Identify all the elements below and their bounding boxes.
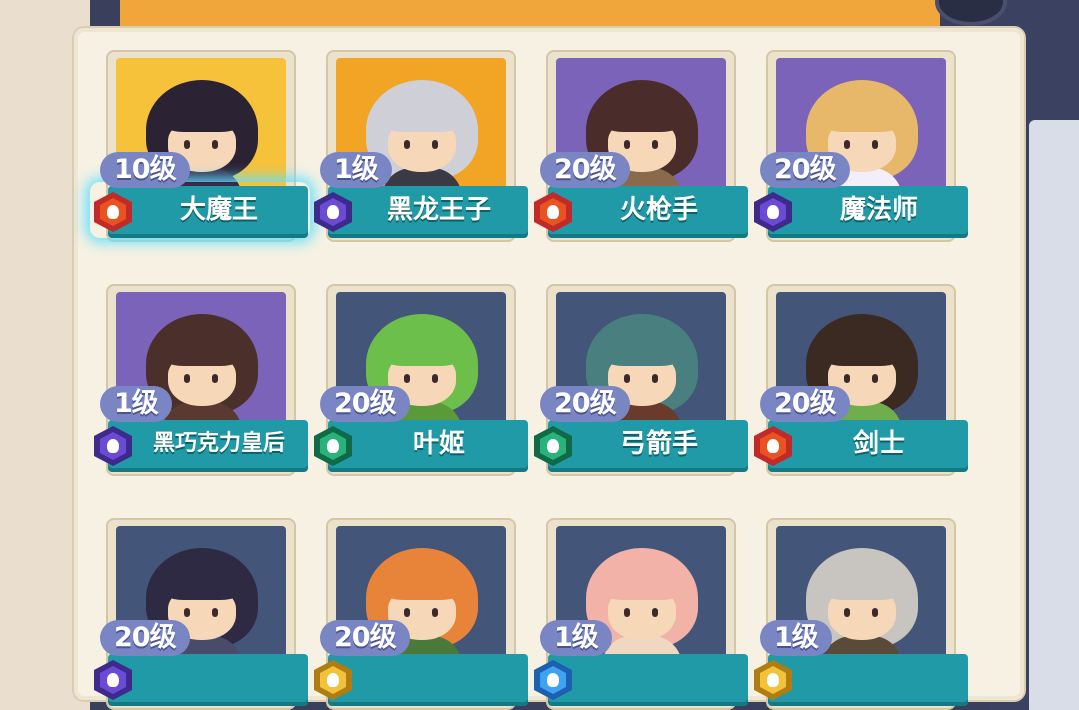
hero-name	[138, 654, 300, 702]
hero-fringe	[156, 552, 248, 600]
hero-eye	[404, 140, 410, 149]
hero-level-badge: 20级	[760, 152, 850, 188]
hero-name-bar: 叶姬	[328, 420, 528, 468]
hero-fringe	[376, 318, 468, 366]
hero-fringe	[596, 552, 688, 600]
hero-name: 黑巧克力皇后	[152, 431, 285, 456]
hero-name	[358, 654, 520, 702]
hero-card-12[interactable]: 1级	[754, 520, 968, 710]
hero-level-badge: 20级	[320, 620, 410, 656]
hero-eye	[404, 374, 410, 383]
hero-eye	[872, 608, 878, 617]
hero-card-11[interactable]: 1级	[534, 520, 748, 710]
hero-name-bar: 大魔王	[108, 186, 308, 234]
hero-eye	[184, 608, 190, 617]
hero-eye	[652, 140, 658, 149]
hero-eye	[652, 374, 658, 383]
hero-eye	[624, 374, 630, 383]
hero-name: 大魔王	[179, 195, 258, 225]
hero-fringe	[816, 552, 908, 600]
hero-card-4[interactable]: 魔法师 20级	[754, 52, 968, 242]
hero-eye	[844, 140, 850, 149]
hero-name-bar: 魔法师	[768, 186, 968, 234]
hero-name: 剑士	[852, 429, 905, 459]
hero-name-bar	[108, 654, 308, 702]
hero-fringe	[156, 318, 248, 366]
hero-fringe	[156, 84, 248, 132]
hero-card-2[interactable]: 黑龙王子 1级	[314, 52, 528, 242]
hero-name: 黑龙王子	[386, 195, 491, 225]
hero-name-bar	[768, 654, 968, 702]
hero-eye	[212, 374, 218, 383]
book-next-page-edge	[1029, 120, 1079, 710]
hero-name-bar: 黑龙王子	[328, 186, 528, 234]
hero-eye	[212, 140, 218, 149]
hero-name-bar: 弓箭手	[548, 420, 748, 468]
hero-level-badge: 20级	[320, 386, 410, 422]
hero-name: 火枪手	[619, 195, 698, 225]
hero-eye	[624, 608, 630, 617]
hero-eye	[652, 608, 658, 617]
hero-name-bar: 火枪手	[548, 186, 748, 234]
hero-name-bar	[328, 654, 528, 702]
hero-level-badge: 1级	[540, 620, 612, 656]
hero-eye	[624, 140, 630, 149]
hero-card-5[interactable]: 黑巧克力皇后 1级	[94, 286, 308, 476]
hero-card-grid: 大魔王 10级 黑龙王子 1级 火枪手 20级 魔法师 20级 黑巧克力皇后 1…	[94, 52, 986, 710]
hero-card-9[interactable]: 20级	[94, 520, 308, 710]
hero-eye	[872, 140, 878, 149]
hero-level-badge: 1级	[760, 620, 832, 656]
hero-eye	[184, 140, 190, 149]
hero-fringe	[376, 552, 468, 600]
hero-eye	[432, 608, 438, 617]
hero-eye	[844, 608, 850, 617]
hero-level-badge: 1级	[320, 152, 392, 188]
hero-name-bar: 黑巧克力皇后	[108, 420, 308, 468]
hero-eye	[432, 374, 438, 383]
hero-eye	[872, 374, 878, 383]
hero-name	[578, 654, 740, 702]
hero-eye	[404, 608, 410, 617]
hero-card-10[interactable]: 20级	[314, 520, 528, 710]
hero-level-badge: 1级	[100, 386, 172, 422]
hero-name-bar	[548, 654, 748, 702]
hero-card-6[interactable]: 叶姬 20级	[314, 286, 528, 476]
hero-name-bar: 剑士	[768, 420, 968, 468]
hero-eye	[432, 140, 438, 149]
hero-level-badge: 20级	[760, 386, 850, 422]
hero-fringe	[596, 318, 688, 366]
hero-fringe	[816, 318, 908, 366]
hero-card-3[interactable]: 火枪手 20级	[534, 52, 748, 242]
hero-level-badge: 20级	[540, 152, 630, 188]
hero-level-badge: 20级	[540, 386, 630, 422]
hero-name: 魔法师	[839, 195, 918, 225]
hero-card-7[interactable]: 弓箭手 20级	[534, 286, 748, 476]
hero-eye	[212, 608, 218, 617]
hero-fringe	[596, 84, 688, 132]
hero-level-badge: 10级	[100, 152, 190, 188]
hero-eye	[184, 374, 190, 383]
hero-eye	[844, 374, 850, 383]
hero-card-1[interactable]: 大魔王 10级	[94, 52, 308, 242]
hero-card-8[interactable]: 剑士 20级	[754, 286, 968, 476]
hero-fringe	[376, 84, 468, 132]
hero-name: 叶姬	[412, 429, 465, 459]
hero-fringe	[816, 84, 908, 132]
hero-name	[798, 654, 960, 702]
hero-level-badge: 20级	[100, 620, 190, 656]
hero-name: 弓箭手	[619, 429, 698, 459]
